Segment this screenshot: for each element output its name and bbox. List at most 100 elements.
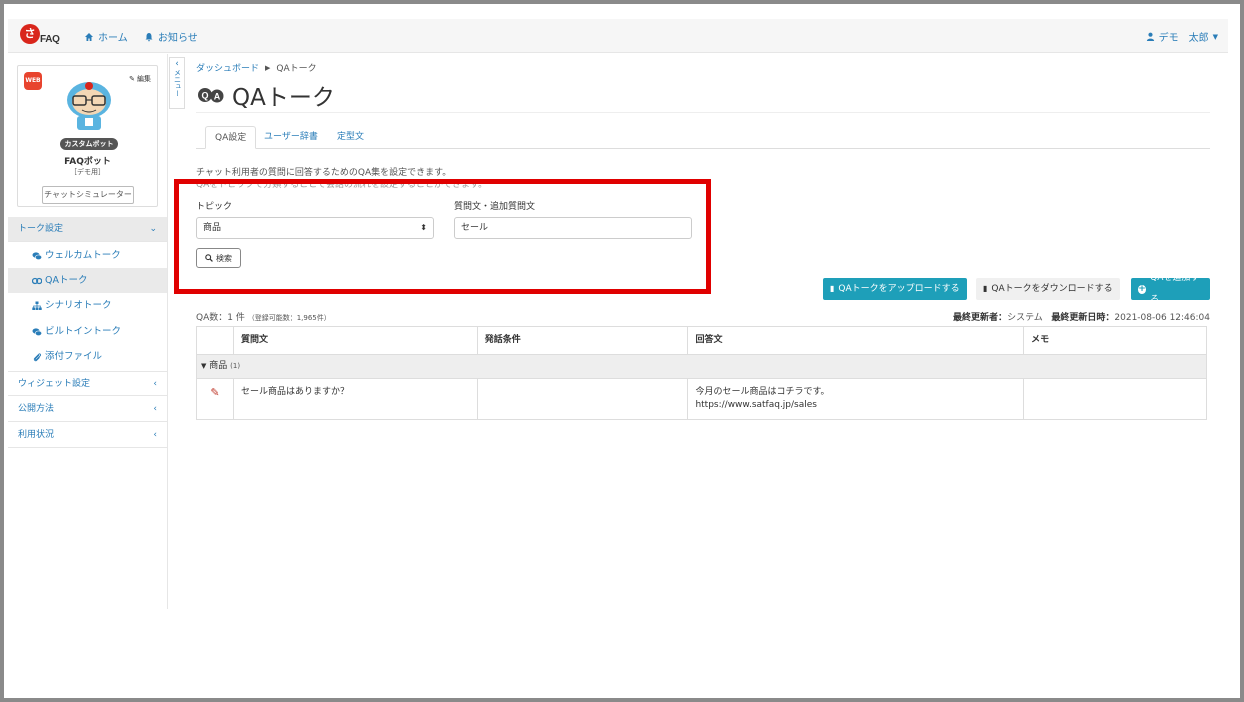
breadcrumb: ダッシュボード ▶ QAトーク — [196, 61, 317, 75]
file-upload-icon: ▮ — [830, 284, 835, 293]
highlight-box — [174, 179, 711, 294]
topic-group-row[interactable]: ▼ 商品 (1) — [196, 354, 1207, 379]
bell-icon — [145, 32, 153, 41]
sidebar-item-label: QAトーク — [45, 275, 88, 286]
condition-cell — [476, 378, 689, 420]
sidebar-item-welcome-talk[interactable]: ウェルカムトーク — [8, 243, 167, 268]
nav-news[interactable]: お知らせ — [144, 29, 198, 44]
chevron-left-icon: ‹ — [153, 404, 157, 414]
breadcrumb-dashboard[interactable]: ダッシュボード — [196, 61, 259, 74]
edit-bot-link[interactable]: ✎ 編集 — [129, 74, 151, 84]
breadcrumb-current: QAトーク — [276, 64, 317, 74]
edit-label: 編集 — [137, 75, 151, 83]
bot-card: WEB ✎ 編集 カスタムボット FAQボット ［デモ用］ チャットシミュレータ… — [17, 65, 158, 207]
qa-count-text: QA数：1 件 — [196, 313, 245, 323]
sidebar-item-builtin-talk[interactable]: ビルトイントーク — [8, 319, 167, 344]
chevron-left-icon: ‹ — [175, 59, 179, 69]
qa-icon — [32, 277, 42, 284]
sidebar-section-usage[interactable]: 利用状況 ‹ — [8, 423, 167, 448]
comments-icon — [32, 327, 42, 336]
sidebar-item-label: ウェルカムトーク — [45, 250, 121, 261]
page-title-text: QAトーク — [232, 85, 335, 111]
sidebar-item-label: ビルトイントーク — [45, 326, 122, 337]
sidebar-section-label: トーク設定 — [18, 224, 64, 234]
file-download-icon: ▮ — [983, 284, 988, 293]
upload-qa-button[interactable]: ▮ QAトークをアップロードする — [823, 278, 967, 300]
menu-collapse-label: メニュー — [173, 69, 182, 97]
add-qa-button[interactable]: + QAを追加する — [1131, 273, 1210, 305]
bot-subtitle: ［デモ用］ — [70, 168, 105, 176]
sidebar-item-scenario-talk[interactable]: シナリオトーク — [8, 293, 167, 318]
qa-count: QA数：1 件 （登録可能数：1,965件） — [196, 310, 331, 323]
sidebar-section-talk[interactable]: トーク設定 ⌄ — [8, 217, 167, 242]
page-title: Q A QAトーク — [196, 78, 335, 112]
answer-line: 今月のセール商品はコチラです。 — [695, 387, 830, 397]
user-menu[interactable]: デモ 太郎 ▼ — [1146, 29, 1218, 44]
title-divider — [196, 112, 1210, 113]
sidebar-section-publish[interactable]: 公開方法 ‹ — [8, 397, 167, 422]
tab-user-dictionary[interactable]: ユーザー辞書 — [255, 126, 327, 149]
updated-at-label: 最終更新日時： — [1051, 313, 1115, 323]
updated-by-label: 最終更新者： — [953, 313, 1008, 323]
home-icon — [85, 32, 93, 41]
tab-qa-settings[interactable]: QA設定 — [205, 126, 257, 149]
top-navbar: さ FAQ ホーム お知らせ デモ 太郎 ▼ — [8, 19, 1228, 53]
app: さ FAQ ホーム お知らせ デモ 太郎 ▼ WEB ✎ 編集 カスタムボット … — [8, 19, 1228, 689]
sidebar-item-qa-talk[interactable]: QAトーク — [8, 268, 167, 293]
chevron-left-icon: ‹ — [153, 430, 157, 440]
chevron-down-icon: ⌄ — [149, 224, 157, 234]
upload-label: QAトークをアップロードする — [838, 284, 960, 294]
sidebar-section-label: ウィジェット設定 — [18, 379, 91, 389]
sidebar-section-widget[interactable]: ウィジェット設定 ‹ — [8, 371, 167, 396]
edit-icon[interactable]: ✎ — [210, 386, 219, 399]
svg-text:Q: Q — [201, 91, 208, 101]
updated-at: 2021-08-06 12:46:04 — [1114, 313, 1210, 323]
column-header-answer[interactable]: 回答文 — [687, 326, 1025, 355]
tab-templates[interactable]: 定型文 — [328, 126, 373, 149]
sidebar-section-label: 公開方法 — [18, 404, 55, 414]
comments-icon — [32, 251, 42, 260]
updated-by: システム — [1007, 313, 1043, 323]
main-content: ダッシュボード ▶ QAトーク Q A QAトーク QA設定 ユーザー辞書 定型… — [196, 54, 1210, 654]
sidebar: WEB ✎ 編集 カスタムボット FAQボット ［デモ用］ チャットシミュレータ… — [8, 54, 168, 609]
sidebar-item-attachments[interactable]: 添付ファイル — [8, 344, 167, 369]
sitemap-icon — [32, 301, 42, 310]
topic-group-name: 商品 — [209, 361, 228, 371]
column-header-memo[interactable]: メモ — [1023, 326, 1207, 355]
column-header-question[interactable]: 質問文 — [232, 326, 478, 355]
column-header-condition[interactable]: 発話条件 — [476, 326, 689, 355]
menu-collapse-toggle[interactable]: ‹ メニュー — [169, 57, 185, 109]
caret-down-icon: ▼ — [1212, 32, 1218, 41]
bot-type-badge: カスタムボット — [60, 138, 118, 150]
column-header-action — [196, 326, 234, 355]
user-icon — [1146, 32, 1154, 41]
nav-home[interactable]: ホーム — [84, 29, 128, 44]
sidebar-section-label: 利用状況 — [18, 430, 55, 440]
bot-name: FAQボット — [64, 157, 111, 167]
answer-url: https://www.satfaq.jp/sales — [695, 400, 817, 410]
qa-title-icon: Q A — [198, 88, 224, 103]
logo-mark: さ — [20, 24, 40, 44]
answer-cell: 今月のセール商品はコチラです。 https://www.satfaq.jp/sa… — [687, 378, 1025, 420]
nav-news-label: お知らせ — [158, 33, 198, 44]
edit-cell: ✎ — [196, 378, 234, 420]
chat-simulator-button[interactable]: チャットシミュレーター — [42, 186, 134, 204]
topic-group-cell[interactable]: ▼ 商品 (1) — [196, 354, 1207, 379]
sidebar-item-label: 添付ファイル — [45, 351, 103, 362]
plus-circle-icon: + — [1138, 283, 1147, 294]
robot-avatar — [67, 82, 111, 130]
logo-text: FAQ — [40, 34, 60, 45]
chevron-left-icon: ‹ — [153, 379, 157, 389]
table-row: ✎ セール商品はありますか？ 今月のセール商品はコチラです。 https://w… — [196, 378, 1207, 420]
pencil-icon: ✎ — [129, 75, 135, 83]
app-logo[interactable]: さ FAQ — [20, 24, 64, 48]
chevron-down-icon: ▼ — [201, 362, 207, 370]
add-label: QAを追加する — [1150, 273, 1200, 305]
web-badge-icon: WEB — [24, 72, 42, 90]
nav-home-label: ホーム — [98, 33, 128, 44]
memo-cell — [1023, 378, 1207, 420]
table-header-row: 質問文 発話条件 回答文 メモ — [196, 326, 1207, 355]
last-updated: 最終更新者：システム 最終更新日時：2021-08-06 12:46:04 — [953, 310, 1210, 323]
download-qa-button[interactable]: ▮ QAトークをダウンロードする — [976, 278, 1120, 300]
qa-count-limit: （登録可能数：1,965件） — [247, 314, 331, 322]
